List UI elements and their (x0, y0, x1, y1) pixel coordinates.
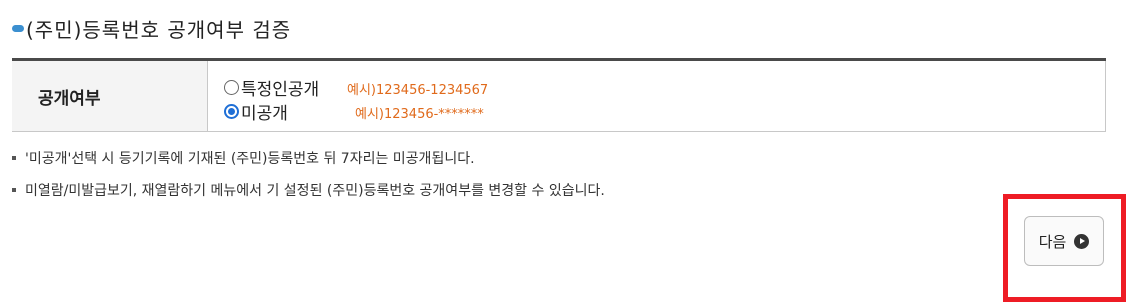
example-private: 예시)123456-******* (355, 107, 484, 122)
next-button[interactable]: 다음 (1024, 216, 1104, 266)
field-label: 공개여부 (38, 88, 101, 109)
radio-button-specific-public[interactable] (224, 80, 239, 95)
page-root: (주민)등록번호 공개여부 검증 공개여부 특정인공개 예시)123456-12… (0, 0, 1137, 308)
square-bullet-icon (12, 156, 16, 160)
radio-option-private[interactable]: 미공개 (224, 99, 288, 124)
circle-arrow-right-icon[interactable] (1074, 233, 1090, 249)
radio-label-private[interactable]: 미공개 (241, 99, 288, 124)
disclosure-form-table: 공개여부 특정인공개 예시)123456-1234567 미공개 예시)1234… (12, 58, 1106, 132)
title-bullet-icon (12, 25, 24, 32)
radio-option-specific-public[interactable]: 특정인공개 (224, 75, 319, 100)
note-text: '미공개'선택 시 등기기록에 기재된 (주민)등록번호 뒤 7자리는 미공개됩… (25, 151, 475, 167)
note-text: 미열람/미발급보기, 재열람하기 메뉴에서 기 설정된 (주민)등록번호 공개여… (25, 183, 605, 199)
field-options-cell: 특정인공개 예시)123456-1234567 미공개 예시)123456-**… (208, 61, 1106, 131)
square-bullet-icon (12, 188, 16, 192)
section-title: (주민)등록번호 공개여부 검증 (12, 14, 291, 43)
section-title-text: (주민)등록번호 공개여부 검증 (26, 18, 292, 42)
note-item: '미공개'선택 시 등기기록에 기재된 (주민)등록번호 뒤 7자리는 미공개됩… (12, 148, 475, 168)
example-specific-public: 예시)123456-1234567 (347, 83, 489, 98)
field-label-cell: 공개여부 (12, 61, 208, 131)
radio-button-private[interactable] (224, 104, 239, 119)
next-button-label[interactable]: 다음 (1039, 231, 1067, 252)
radio-label-specific-public[interactable]: 특정인공개 (241, 75, 319, 100)
note-item: 미열람/미발급보기, 재열람하기 메뉴에서 기 설정된 (주민)등록번호 공개여… (12, 180, 605, 200)
